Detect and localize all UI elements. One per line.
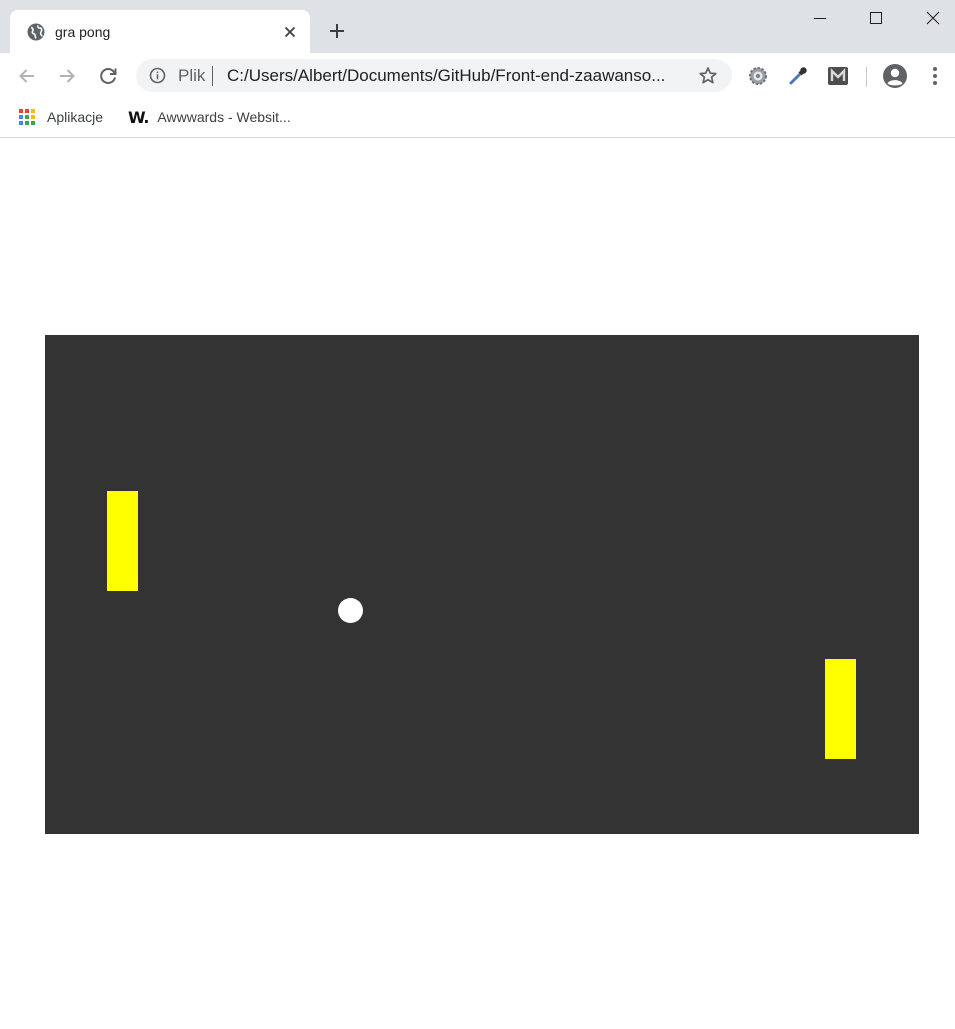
url-text[interactable]: C:/Users/Albert/Documents/GitHub/Front-e… [227, 66, 687, 86]
window-close-icon[interactable] [905, 0, 955, 36]
left-paddle [107, 491, 138, 591]
close-icon[interactable] [282, 24, 298, 40]
minimize-icon[interactable] [792, 0, 848, 36]
forward-arrow-icon[interactable] [55, 64, 79, 88]
bookmarks-bar: Aplikacje W. Awwwards - Websit... [0, 99, 955, 138]
bookmark-star-icon[interactable] [697, 65, 719, 87]
gear-icon[interactable] [747, 65, 769, 87]
kebab-menu-icon[interactable] [925, 65, 945, 87]
reload-icon[interactable] [96, 64, 120, 88]
new-tab-plus-icon[interactable] [327, 21, 347, 41]
m-extension-icon[interactable] [827, 65, 849, 87]
tab-title: gra pong [55, 24, 111, 40]
right-paddle [825, 659, 856, 759]
bookmark-awwwards[interactable]: W. Awwwards - Websit... [128, 106, 291, 128]
globe-icon [27, 23, 45, 41]
url-separator [212, 66, 213, 86]
apps-grid-icon [19, 109, 35, 125]
address-bar[interactable]: Plik C:/Users/Albert/Documents/GitHub/Fr… [136, 59, 732, 92]
browser-toolbar: Plik C:/Users/Albert/Documents/GitHub/Fr… [0, 53, 955, 99]
bookmark-awwwards-label: Awwwards - Websit... [157, 109, 291, 125]
toolbar-divider [866, 67, 867, 87]
color-picker-icon[interactable] [787, 65, 809, 87]
profile-avatar-icon[interactable] [882, 63, 908, 89]
bookmark-apps-label: Aplikacje [47, 109, 104, 125]
tab-strip: gra pong [0, 0, 955, 53]
pong-canvas[interactable] [45, 335, 919, 834]
maximize-icon[interactable] [848, 0, 904, 36]
bookmark-apps[interactable]: Aplikacje [18, 106, 103, 128]
ball [338, 598, 363, 623]
url-scheme-label: Plik [178, 66, 206, 85]
back-arrow-icon[interactable] [15, 64, 39, 88]
tab-gra-pong[interactable]: gra pong [10, 10, 310, 53]
info-icon[interactable] [149, 67, 166, 84]
awwwards-logo-icon: W. [128, 107, 149, 127]
